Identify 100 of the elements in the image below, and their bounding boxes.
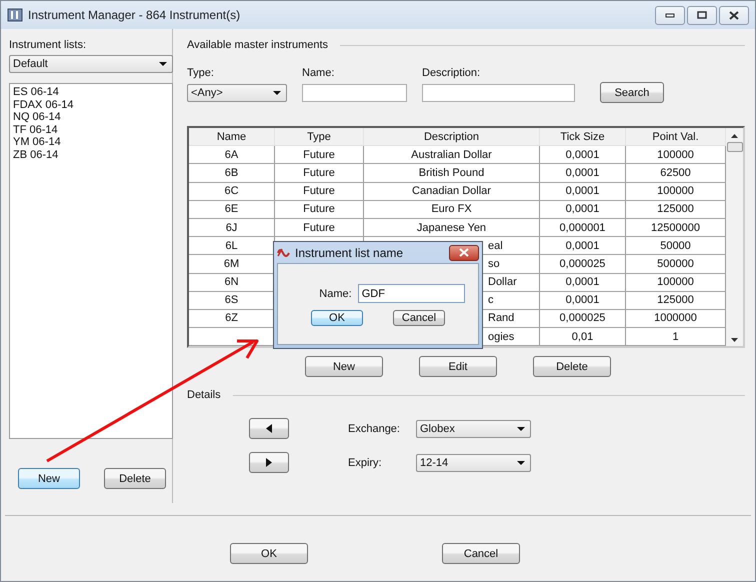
table-cell: 50000 (660, 240, 691, 252)
table-cell: 0,0001 (566, 148, 600, 161)
table-cell: Rand (488, 312, 514, 324)
table-cell: 500000 (657, 258, 694, 270)
table-cell: 0,0001 (566, 166, 600, 179)
table-cell: Future (303, 222, 335, 234)
maximize-button[interactable] (687, 6, 717, 24)
table-cell: eal (488, 240, 503, 252)
table-cell: 0,0001 (566, 294, 600, 306)
vertical-scrollbar[interactable] (726, 128, 743, 346)
list-item[interactable]: FDAX 06-14 (13, 98, 169, 111)
table-cell: 100000 (657, 276, 694, 288)
expiry-label: Expiry: (348, 456, 383, 468)
new-list-button[interactable]: New (18, 468, 80, 489)
name-label: Name: (319, 288, 352, 300)
table-cell: 0,000025 (560, 312, 606, 324)
instrument-list-dropdown[interactable]: Default (9, 55, 173, 73)
search-button[interactable]: Search (600, 82, 664, 103)
table-cell: 0,000001 (560, 222, 606, 234)
table-cell: 6S (224, 294, 238, 306)
cancel-button[interactable]: Cancel (393, 310, 445, 326)
table-cell: 6A (224, 148, 238, 161)
table-cell: 0,0001 (566, 276, 600, 288)
close-button[interactable] (449, 244, 479, 260)
table-cell: 125000 (657, 203, 694, 216)
table-cell: Future (303, 203, 335, 216)
table-cell: 6N (224, 276, 239, 288)
list-item[interactable]: ZB 06-14 (13, 148, 169, 161)
type-label: Type: (187, 67, 215, 79)
table-cell: 6E (224, 203, 238, 216)
description-field[interactable] (422, 84, 575, 102)
close-button[interactable] (719, 6, 749, 24)
column-header[interactable]: Description (364, 128, 540, 146)
left-triangle-icon (266, 424, 272, 433)
exchange-label: Exchange: (348, 422, 401, 434)
instrument-lists-label: Instrument lists: (9, 39, 88, 51)
delete-button[interactable]: Delete (533, 356, 611, 377)
maximize-icon (697, 11, 707, 19)
table-cell: Future (303, 148, 335, 161)
edit-button[interactable]: Edit (419, 356, 497, 377)
dialog-title: Instrument list name (295, 246, 404, 260)
section-title: Details (187, 389, 221, 401)
cancel-button[interactable]: Cancel (442, 543, 520, 564)
exchange-dropdown[interactable]: Globex (416, 420, 531, 438)
left-arrow-button[interactable] (249, 418, 289, 439)
list-item[interactable]: TF 06-14 (13, 124, 169, 136)
table-cell: 62500 (660, 166, 691, 179)
expiry-dropdown[interactable]: 12-14 (416, 454, 531, 472)
scroll-down-icon (731, 338, 738, 342)
table-cell: c (488, 294, 494, 306)
name-field[interactable]: GDF (358, 284, 465, 303)
column-header[interactable]: Type (275, 128, 364, 146)
table-cell: 0,0001 (566, 185, 600, 198)
description-label: Description: (422, 67, 482, 79)
table-cell: 12500000 (651, 222, 700, 234)
table-cell: 125000 (657, 294, 694, 306)
close-icon (459, 248, 469, 257)
table-cell: 0,01 (572, 330, 594, 343)
table-cell: Future (303, 185, 335, 198)
column-header[interactable]: Tick Size (540, 128, 626, 146)
table-cell: Australian Dollar (411, 148, 492, 161)
table-cell: 0,0001 (566, 203, 600, 216)
app-icon (277, 246, 291, 258)
table-cell: 0,0001 (566, 240, 600, 252)
ok-button[interactable]: OK (230, 543, 308, 564)
new-button[interactable]: New (305, 356, 383, 377)
table-cell: 6Z (225, 312, 238, 324)
table-cell: 0,000025 (560, 258, 606, 270)
table-cell: 6L (225, 240, 238, 252)
close-icon (729, 10, 739, 20)
table-cell: 100000 (657, 185, 694, 198)
table-cell: Dollar (488, 276, 517, 288)
column-header[interactable]: Name (189, 128, 275, 146)
name-field[interactable] (302, 84, 407, 102)
minimize-button[interactable] (655, 6, 685, 24)
table-cell: 100000 (657, 148, 694, 161)
scroll-thumb[interactable] (726, 142, 742, 152)
list-item[interactable]: NQ 06-14 (13, 111, 169, 124)
table-cell: 6J (226, 222, 238, 234)
delete-list-button[interactable]: Delete (104, 468, 166, 489)
list-item[interactable]: YM 06-14 (13, 136, 169, 148)
table-cell: 6C (224, 185, 239, 198)
table-cell: 6M (224, 258, 240, 270)
table-cell: 6B (224, 166, 238, 179)
ok-button[interactable]: OK (311, 310, 363, 326)
table-cell: 1000000 (654, 312, 697, 324)
table-cell: so (488, 258, 500, 270)
table-cell: ogies (488, 330, 514, 343)
window-title: Instrument Manager - 864 Instrument(s) (28, 8, 240, 22)
table-cell: 1 (672, 330, 679, 343)
section-title: Available master instruments (187, 39, 328, 51)
type-dropdown[interactable]: <Any> (187, 84, 287, 102)
right-arrow-button[interactable] (249, 452, 289, 473)
table-cell: Japanese Yen (416, 222, 486, 234)
list-item[interactable]: ES 06-14 (13, 86, 169, 98)
right-triangle-icon (266, 458, 272, 467)
table-cell: Euro FX (431, 203, 472, 216)
name-label: Name: (302, 67, 336, 79)
scroll-up-icon (731, 134, 738, 138)
table-cell: Canadian Dollar (412, 185, 491, 198)
